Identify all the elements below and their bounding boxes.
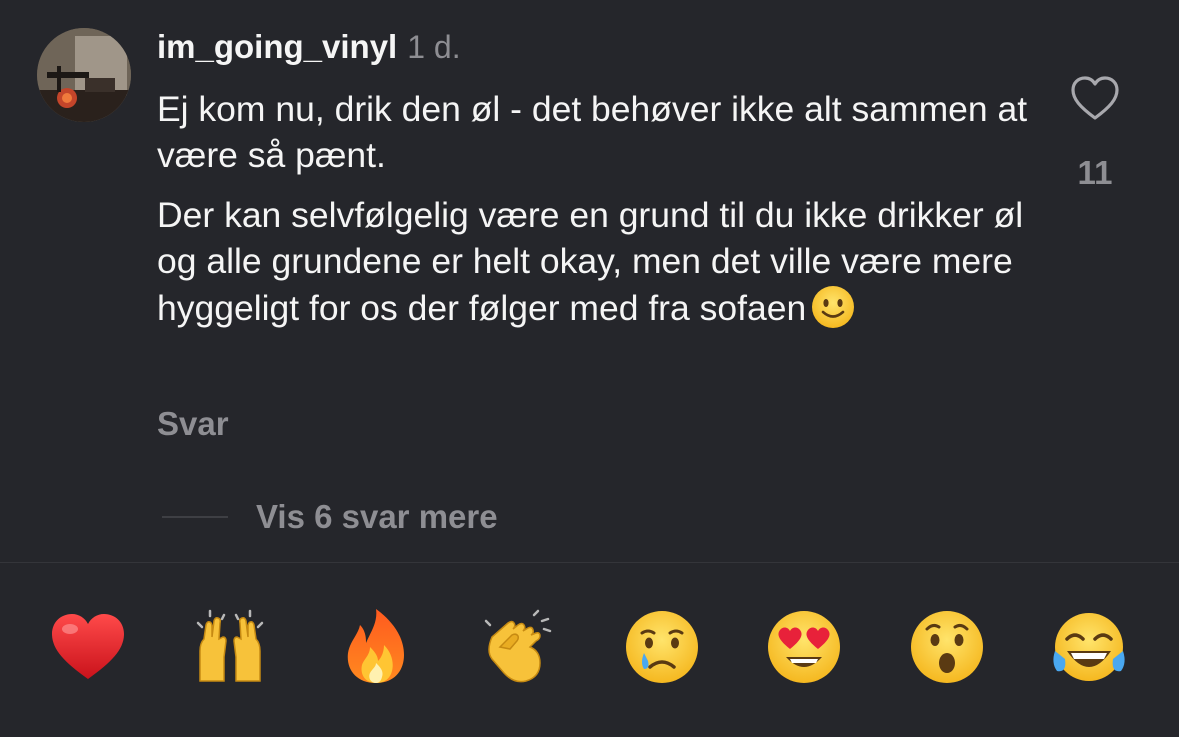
comment-paragraph-text: Der kan selvfølgelig være en grund til d…	[157, 195, 1024, 328]
reply-button[interactable]: Svar	[157, 405, 229, 443]
avatar[interactable]	[37, 28, 131, 122]
like-count: 11	[1077, 154, 1113, 191]
fire-icon[interactable]	[336, 607, 416, 687]
red-heart-icon[interactable]	[48, 607, 128, 687]
slightly-smiling-face-icon	[810, 284, 856, 330]
like-section: 11	[1068, 72, 1122, 192]
comment: im_going_vinyl 1 d. Ej kom nu, drik den …	[0, 0, 1179, 562]
heart-outline-icon[interactable]	[1068, 72, 1122, 126]
quick-reaction-bar	[0, 563, 1179, 737]
comment-body: Ej kom nu, drik den øl - det behøver ikk…	[157, 86, 1037, 331]
view-more-replies-button[interactable]: Vis 6 svar mere	[162, 498, 498, 536]
comment-screen: im_going_vinyl 1 d. Ej kom nu, drik den …	[0, 0, 1179, 737]
heart-eyes-face-icon[interactable]	[764, 607, 844, 687]
username[interactable]: im_going_vinyl	[157, 28, 397, 66]
crying-face-icon[interactable]	[622, 607, 702, 687]
timestamp: 1 d.	[407, 29, 461, 65]
raising-hands-icon[interactable]	[190, 607, 270, 687]
comment-paragraph: Ej kom nu, drik den øl - det behøver ikk…	[157, 89, 1028, 175]
surprised-face-icon[interactable]	[907, 607, 987, 687]
tears-of-joy-face-icon[interactable]	[1049, 607, 1129, 687]
view-more-replies-label: Vis 6 svar mere	[256, 498, 498, 535]
replies-divider-line	[162, 516, 228, 518]
avatar-image	[37, 28, 131, 122]
clapping-hands-icon[interactable]	[478, 607, 558, 687]
comment-header: im_going_vinyl 1 d.	[157, 28, 461, 72]
comment-paragraph-2: Der kan selvfølgelig være en grund til d…	[157, 192, 1037, 331]
